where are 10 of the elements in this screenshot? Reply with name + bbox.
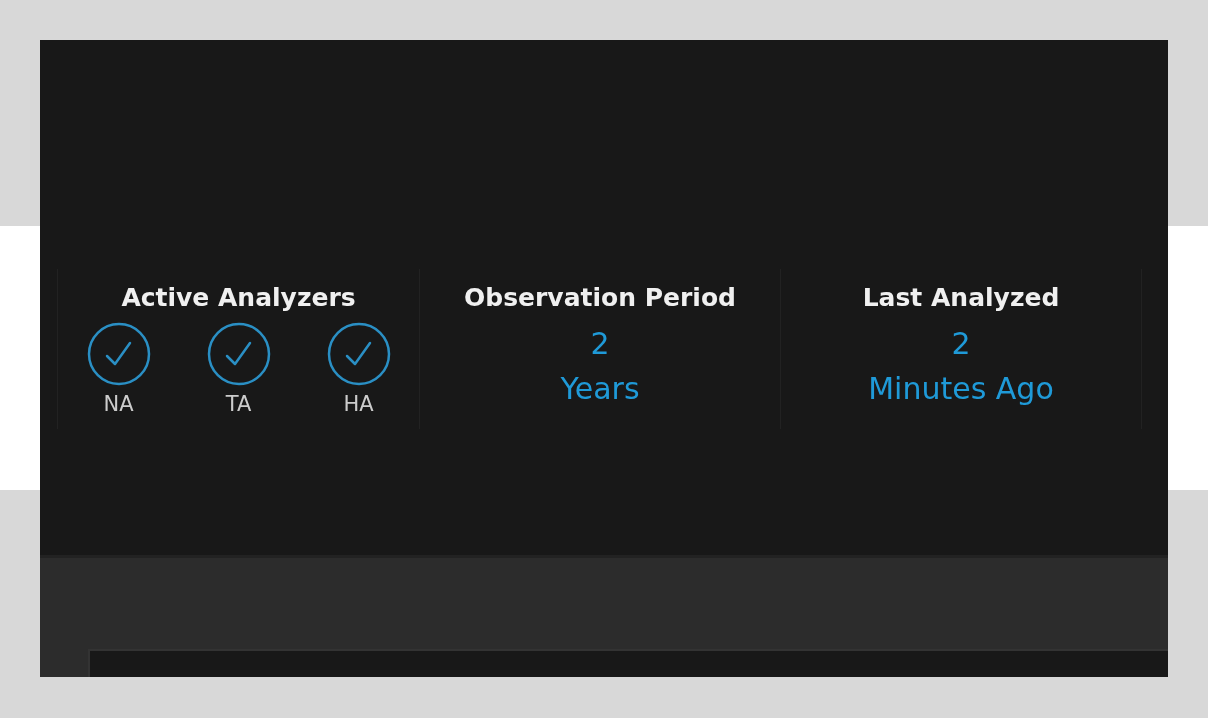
stat-title: Observation Period bbox=[464, 283, 736, 312]
analyzer-label: NA bbox=[103, 392, 134, 416]
analyzer-label: TA bbox=[225, 392, 252, 416]
stat-title: Active Analyzers bbox=[121, 283, 356, 312]
analyzer-label: HA bbox=[343, 392, 374, 416]
stat-unit: Years bbox=[560, 371, 640, 406]
stat-value: 2 bbox=[590, 326, 610, 361]
stat-title: Last Analyzed bbox=[862, 283, 1060, 312]
stat-unit: Minutes Ago bbox=[868, 371, 1054, 406]
stat-value: 2 bbox=[951, 326, 971, 361]
